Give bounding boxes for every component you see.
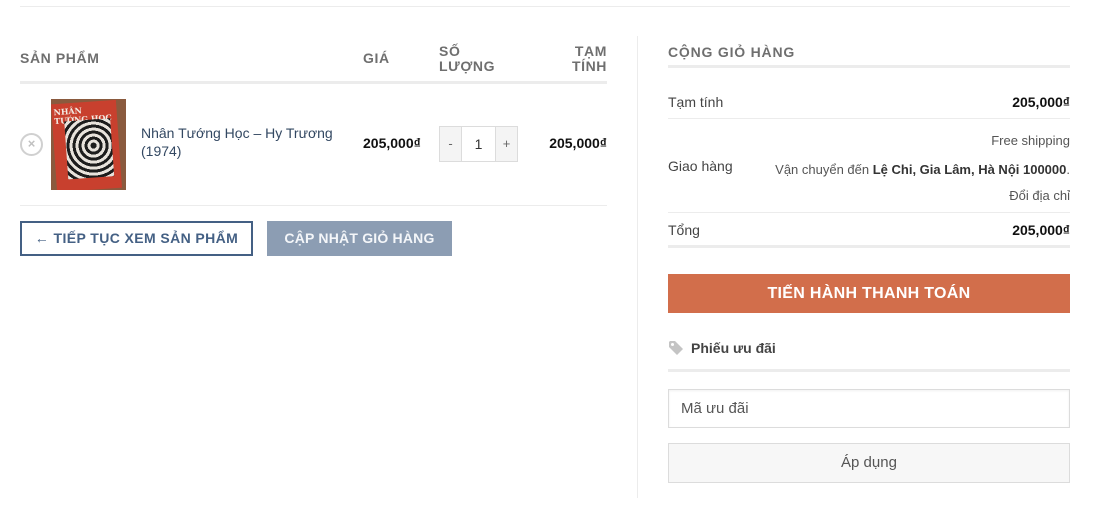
top-divider: [20, 6, 1070, 7]
quantity-input[interactable]: [461, 127, 496, 161]
coupon-divider: [668, 369, 1070, 372]
header-subtotal-line2: TÍNH: [571, 58, 607, 74]
remove-item-button[interactable]: ×: [20, 133, 43, 156]
book-cover-pattern: [64, 118, 115, 180]
shipping-destination-prefix: Vận chuyển đến: [775, 162, 873, 177]
header-product: SẢN PHẨM: [20, 50, 100, 66]
subtotal-label: Tạm tính: [668, 94, 724, 110]
coupon-title: Phiếu ưu đãi: [691, 340, 776, 356]
product-price: 205,000₫: [363, 135, 421, 151]
cart-item-row: × NHÂN TƯỚNG HỌC Nhân Tướng Học – Hy Trư…: [20, 84, 607, 205]
row-divider: [20, 205, 607, 206]
total-label: Tổng: [668, 222, 700, 238]
totals-title-divider: [668, 65, 1070, 68]
coupon-code-input[interactable]: [668, 389, 1070, 428]
header-subtotal: TẠM TÍNH: [572, 44, 607, 74]
total-value: 205,000₫: [1012, 222, 1070, 238]
proceed-to-checkout-button[interactable]: TIẾN HÀNH THANH TOÁN: [668, 274, 1070, 313]
header-quantity-line2: LƯỢNG: [439, 58, 496, 74]
update-cart-button[interactable]: CẬP NHẬT GIỎ HÀNG: [267, 221, 452, 256]
totals-title: CỘNG GIỎ HÀNG: [668, 44, 796, 60]
header-subtotal-line1: TẠM: [574, 43, 607, 59]
product-subtotal: 205,000₫: [549, 135, 607, 151]
apply-coupon-button[interactable]: Áp dụng: [668, 443, 1070, 483]
coupon-heading: Phiếu ưu đãi: [668, 340, 776, 356]
continue-shopping-button[interactable]: ← TIẾP TỤC XEM SẢN PHẨM: [20, 221, 253, 256]
shipping-method: Free shipping: [991, 133, 1070, 148]
shipping-address: Lệ Chi, Gia Lâm, Hà Nội 100000: [872, 162, 1067, 177]
shipping-divider: [668, 212, 1070, 213]
shipping-destination-suffix: .: [1066, 162, 1070, 177]
shipping-label: Giao hàng: [668, 158, 733, 174]
product-name-link[interactable]: Nhân Tướng Học – Hy Trương (1974): [141, 124, 351, 160]
quantity-minus-button[interactable]: -: [440, 127, 461, 161]
product-thumbnail[interactable]: NHÂN TƯỚNG HỌC: [51, 99, 126, 190]
header-quantity-line1: SỐ: [439, 43, 461, 59]
tag-icon: [669, 341, 683, 355]
subtotal-divider: [668, 118, 1070, 119]
subtotal-value: 205,000₫: [1012, 94, 1070, 110]
header-quantity: SỐ LƯỢNG: [439, 44, 495, 74]
total-divider: [668, 245, 1070, 248]
header-price: GIÁ: [363, 50, 390, 66]
book-cover: NHÂN TƯỚNG HỌC: [51, 99, 122, 190]
column-divider: [637, 36, 638, 498]
change-address-link[interactable]: Đổi địa chỉ: [1009, 188, 1070, 203]
shipping-destination: Vận chuyển đến Lệ Chi, Gia Lâm, Hà Nội 1…: [775, 162, 1070, 177]
quantity-stepper: - +: [439, 126, 518, 162]
quantity-plus-button[interactable]: +: [496, 127, 517, 161]
